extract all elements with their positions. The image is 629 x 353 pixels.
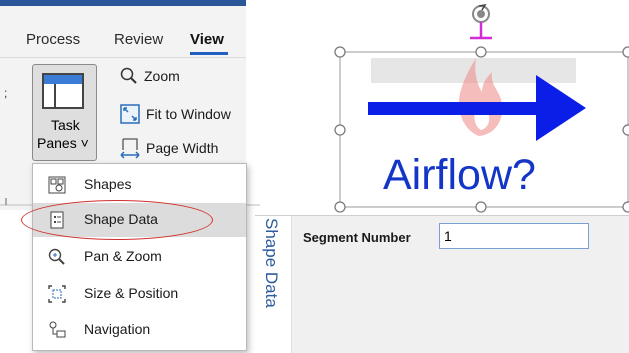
- menu-item-label: Shapes: [84, 176, 132, 192]
- page-width-label: Page Width: [146, 140, 219, 156]
- menu-item-size-position[interactable]: Size & Position: [33, 277, 246, 311]
- shape-data-pane: Shape Data Segment Number: [255, 215, 629, 353]
- size-position-icon: [48, 285, 66, 303]
- task-panes-menu: Shapes Shape Data Pan & Zoom Size & Posi…: [32, 163, 247, 351]
- task-panes-icon: [42, 73, 84, 109]
- fit-to-window-icon: [120, 104, 140, 124]
- segment-number-field[interactable]: [439, 223, 589, 249]
- menu-item-label: Size & Position: [84, 285, 179, 301]
- annotation-oval: [21, 200, 213, 240]
- rotation-connector: [470, 22, 492, 40]
- navigation-icon: [49, 321, 66, 338]
- zoom-label: Zoom: [144, 68, 180, 84]
- task-panes-label-line1: Task: [51, 117, 80, 133]
- menu-item-shapes[interactable]: Shapes: [33, 168, 246, 202]
- ribbon-fragment: ;: [4, 86, 8, 100]
- menu-item-pan-zoom[interactable]: Pan & Zoom: [33, 240, 246, 274]
- task-panes-label-line2: Panes ˅: [37, 135, 89, 151]
- zoom-icon: [120, 67, 137, 84]
- rotation-handle[interactable]: [472, 3, 490, 23]
- menu-item-navigation[interactable]: Navigation: [33, 313, 246, 347]
- menu-item-label: Navigation: [84, 321, 151, 337]
- segment-number-label: Segment Number: [303, 230, 411, 245]
- menu-item-label: Pan & Zoom: [84, 248, 162, 264]
- pane-title-strip: Shape Data: [255, 216, 292, 353]
- ribbon-divider: [0, 57, 246, 58]
- pan-zoom-icon: [48, 248, 65, 265]
- pane-title: Shape Data: [262, 218, 281, 308]
- tab-process[interactable]: Process: [26, 31, 80, 48]
- tab-view-underline: [190, 52, 228, 55]
- shapes-window-icon: [48, 176, 66, 194]
- task-panes-button[interactable]: Task Panes ˅: [32, 64, 97, 161]
- page-width-icon: [120, 138, 140, 159]
- tab-view[interactable]: View: [190, 31, 224, 48]
- ribbon-top-bar: [0, 0, 246, 6]
- fit-to-window-label: Fit to Window: [146, 106, 231, 122]
- shape-text[interactable]: Airflow?: [383, 150, 536, 200]
- tab-review[interactable]: Review: [114, 31, 163, 48]
